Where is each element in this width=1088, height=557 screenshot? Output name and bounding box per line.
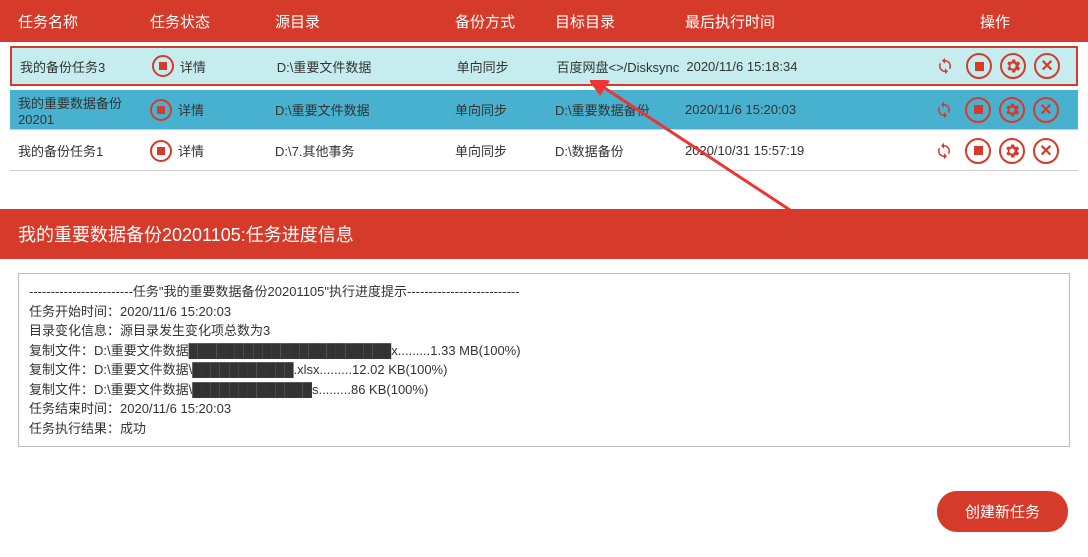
progress-log: ------------------------任务"我的重要数据备份20201…: [18, 273, 1070, 447]
cell-target: 百度网盘<>/Disksync: [556, 57, 686, 76]
col-last-time: 最后执行时间: [685, 11, 915, 32]
status-detail-link[interactable]: 详情: [178, 100, 204, 119]
gear-icon: [1003, 101, 1021, 119]
cell-actions: ✕: [915, 138, 1075, 164]
cell-mode: 单向同步: [457, 57, 557, 76]
cell-task-name: 我的重要数据备份20201: [10, 93, 150, 127]
stop-icon: [974, 105, 983, 114]
cell-status[interactable]: 详情: [150, 99, 275, 121]
cell-status[interactable]: 详情: [152, 55, 277, 77]
status-detail-link[interactable]: 详情: [178, 141, 204, 160]
status-detail-link[interactable]: 详情: [180, 57, 206, 76]
gear-icon: [1004, 57, 1022, 75]
table-row[interactable]: 我的重要数据备份20201 详情 D:\重要文件数据 单向同步 D:\重要数据备…: [10, 90, 1078, 130]
col-task-status: 任务状态: [150, 11, 275, 32]
cell-source: D:\7.其他事务: [275, 141, 455, 160]
cell-last-time: 2020/11/6 15:20:03: [685, 102, 915, 117]
delete-button[interactable]: ✕: [1033, 97, 1059, 123]
settings-button[interactable]: [1000, 53, 1026, 79]
create-task-button[interactable]: 创建新任务: [937, 491, 1068, 532]
close-icon: ✕: [1039, 141, 1052, 161]
refresh-icon: [935, 142, 953, 160]
refresh-icon: [935, 101, 953, 119]
settings-button[interactable]: [999, 138, 1025, 164]
cell-last-time: 2020/11/6 15:18:34: [686, 59, 916, 74]
cell-source: D:\重要文件数据: [277, 57, 457, 76]
close-icon: ✕: [1039, 100, 1052, 120]
stop-icon: [150, 140, 172, 162]
col-backup-mode: 备份方式: [455, 11, 555, 32]
cell-task-name: 我的备份任务1: [10, 141, 150, 160]
gear-icon: [1003, 142, 1021, 160]
cell-target: D:\数据备份: [555, 141, 685, 160]
delete-button[interactable]: ✕: [1034, 53, 1060, 79]
cell-actions: ✕: [915, 97, 1075, 123]
table-row[interactable]: 我的备份任务1 详情 D:\7.其他事务 单向同步 D:\数据备份 2020/1…: [10, 131, 1078, 171]
cell-source: D:\重要文件数据: [275, 100, 455, 119]
table-row[interactable]: 我的备份任务3 详情 D:\重要文件数据 单向同步 百度网盘<>/Disksyn…: [10, 46, 1078, 86]
cell-task-name: 我的备份任务3: [12, 57, 152, 76]
refresh-icon: [936, 57, 954, 75]
refresh-button[interactable]: [931, 138, 957, 164]
cell-mode: 单向同步: [455, 141, 555, 160]
stop-button[interactable]: [965, 97, 991, 123]
stop-icon: [974, 146, 983, 155]
cell-mode: 单向同步: [455, 100, 555, 119]
col-target-dir: 目标目录: [555, 11, 685, 32]
cell-target: D:\重要数据备份: [555, 100, 685, 119]
col-source-dir: 源目录: [275, 11, 455, 32]
close-icon: ✕: [1040, 56, 1053, 76]
footer: 创建新任务: [0, 477, 1088, 546]
table-header: 任务名称 任务状态 源目录 备份方式 目标目录 最后执行时间 操作: [0, 0, 1088, 42]
delete-button[interactable]: ✕: [1033, 138, 1059, 164]
stop-icon: [975, 62, 984, 71]
refresh-button[interactable]: [932, 53, 958, 79]
cell-status[interactable]: 详情: [150, 140, 275, 162]
stop-button[interactable]: [965, 138, 991, 164]
col-actions: 操作: [915, 11, 1075, 32]
stop-icon: [152, 55, 174, 77]
cell-last-time: 2020/10/31 15:57:19: [685, 143, 915, 158]
refresh-button[interactable]: [931, 97, 957, 123]
progress-panel-title: 我的重要数据备份20201105:任务进度信息: [0, 209, 1088, 259]
settings-button[interactable]: [999, 97, 1025, 123]
cell-actions: ✕: [916, 53, 1076, 79]
col-task-name: 任务名称: [10, 11, 150, 32]
table-body: 我的备份任务3 详情 D:\重要文件数据 单向同步 百度网盘<>/Disksyn…: [0, 46, 1088, 171]
progress-panel-body: ------------------------任务"我的重要数据备份20201…: [0, 259, 1088, 477]
stop-icon: [150, 99, 172, 121]
stop-button[interactable]: [966, 53, 992, 79]
